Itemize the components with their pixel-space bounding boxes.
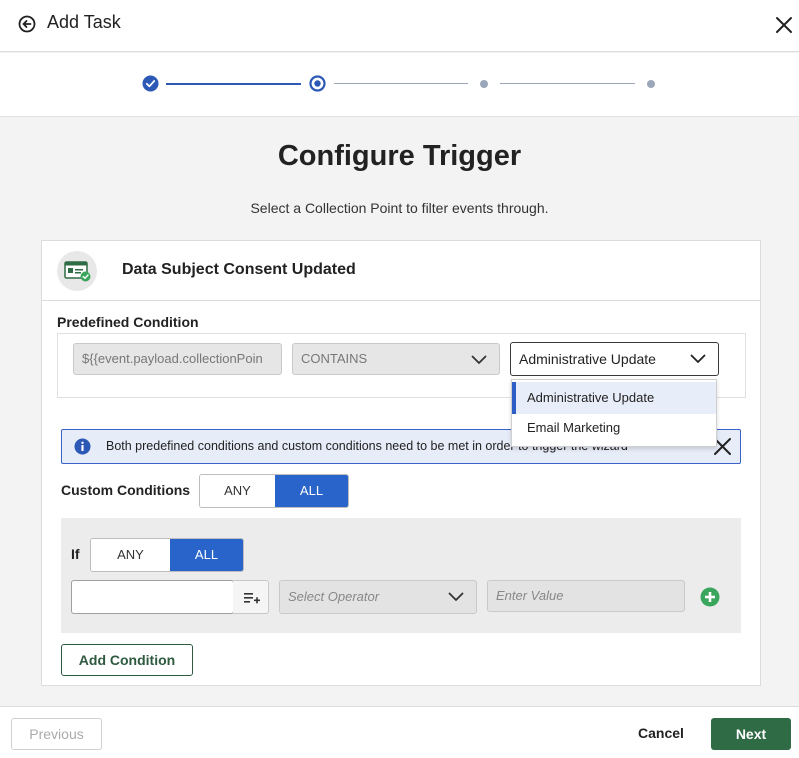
step-upcoming-dot	[480, 80, 488, 88]
modal-footer: Previous Cancel Next	[0, 706, 799, 758]
predefined-operator-select: CONTAINS	[292, 343, 500, 375]
predefined-operator-value: CONTAINS	[301, 351, 368, 366]
condition-group-toggle: ANY ALL	[90, 538, 244, 572]
if-label: If	[71, 546, 80, 562]
next-button[interactable]: Next	[711, 718, 791, 750]
collection-point-select[interactable]: Administrative Update	[510, 342, 719, 376]
event-header: Data Subject Consent Updated	[42, 241, 760, 301]
predefined-condition-label: Predefined Condition	[57, 314, 199, 330]
modal-title: Add Task	[47, 12, 121, 32]
previous-button[interactable]: Previous	[11, 718, 102, 750]
condition-operator-select[interactable]: Select Operator	[279, 580, 477, 614]
back-circle-icon[interactable]	[18, 15, 36, 33]
page-title: Configure Trigger	[277, 140, 522, 172]
step-upcoming-dot	[647, 80, 655, 88]
add-circle-icon[interactable]	[700, 587, 720, 607]
custom-conditions-label: Custom Conditions	[61, 482, 191, 498]
chevron-down-icon	[448, 592, 464, 601]
condition-value-placeholder: Enter Value	[496, 588, 564, 603]
insert-variable-button[interactable]	[233, 580, 269, 614]
step-current-icon	[309, 75, 326, 92]
add-condition-button[interactable]: Add Condition	[61, 644, 193, 676]
event-icon-badge	[57, 251, 97, 291]
event-name: Data Subject Consent Updated	[122, 261, 356, 278]
insert-list-icon	[244, 593, 260, 604]
condition-group	[61, 518, 741, 633]
step-completed-icon	[142, 75, 159, 92]
chevron-down-icon	[471, 355, 487, 364]
step-connector-3	[500, 83, 635, 84]
group-all-button[interactable]: ALL	[170, 539, 243, 571]
dropdown-option[interactable]: Email Marketing	[512, 412, 716, 444]
page-subtitle: Select a Collection Point to filter even…	[250, 200, 549, 216]
predefined-field-input: ${{event.payload.collectionPoin	[73, 343, 282, 375]
condition-field-input[interactable]	[71, 580, 234, 614]
condition-operator-placeholder: Select Operator	[288, 589, 380, 604]
custom-any-button[interactable]: ANY	[200, 475, 275, 507]
custom-conditions-toggle: ANY ALL	[199, 474, 349, 508]
close-icon[interactable]	[774, 15, 794, 35]
add-task-modal: Add Task Configure Trigger Select a Coll…	[0, 0, 799, 758]
group-any-button[interactable]: ANY	[91, 539, 170, 571]
step-connector-2	[334, 83, 468, 84]
cancel-button[interactable]: Cancel	[628, 718, 694, 750]
info-icon	[74, 438, 91, 455]
collection-point-dropdown: Administrative Update Email Marketing	[511, 379, 717, 447]
condition-value-input[interactable]: Enter Value	[487, 580, 685, 612]
step-connector-1	[166, 83, 301, 85]
collection-point-selected-value: Administrative Update	[519, 351, 656, 367]
progress-stepper	[0, 53, 799, 117]
custom-all-button[interactable]: ALL	[275, 475, 348, 507]
dropdown-option[interactable]: Administrative Update	[512, 382, 716, 414]
modal-header: Add Task	[0, 0, 799, 52]
chevron-down-icon	[690, 354, 706, 363]
consent-card-icon	[64, 261, 91, 282]
